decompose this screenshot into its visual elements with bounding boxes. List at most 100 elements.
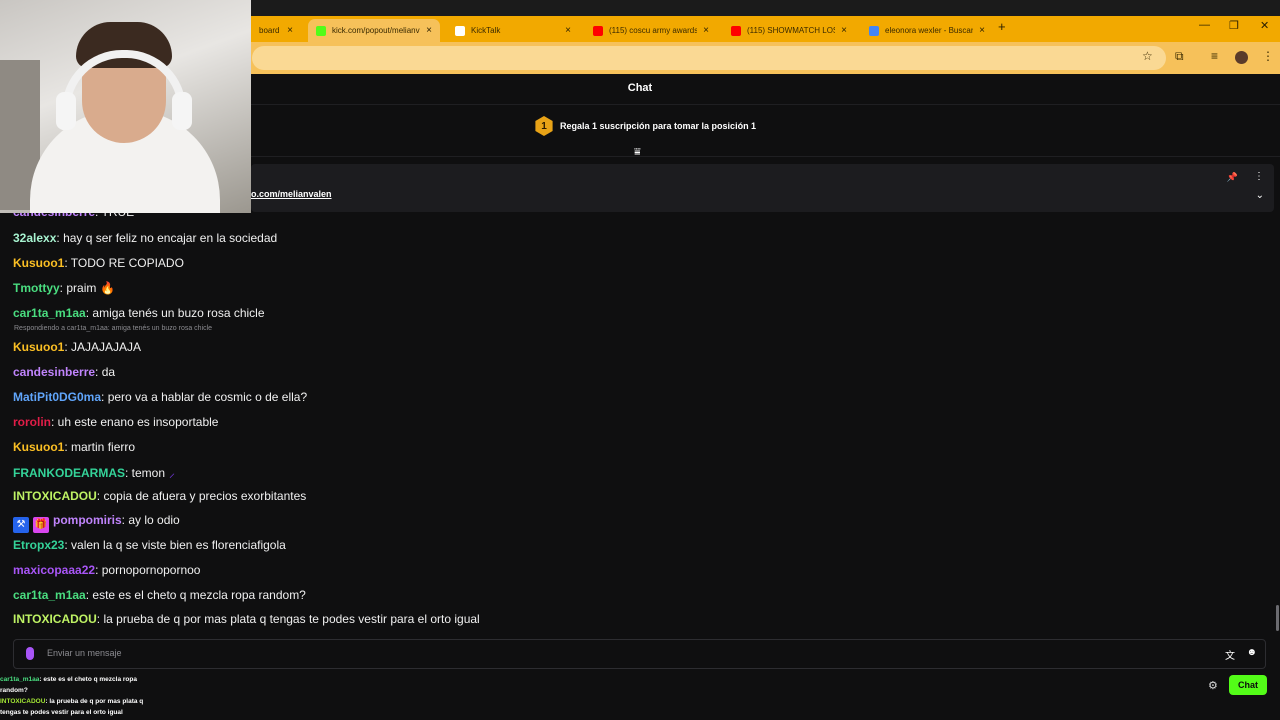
leaderboard-banner[interactable]: 1 Regala 1 suscripción para tomar la pos… [534,116,756,136]
chat-text: uh este enano es insoportable [57,415,219,429]
tab-label: (115) SHOWMATCH LOS [747,26,836,35]
tab-close-icon[interactable]: × [841,25,847,36]
browser-tab[interactable]: board × [251,19,301,42]
filter-lines-icon[interactable]: ⩸ [634,146,641,159]
chat-message[interactable]: Tmottyy: praim 🔥 [13,281,115,295]
chat-username[interactable]: maxicopaaa22 [13,563,95,577]
pinned-link[interactable]: o.com/melianvalen [251,189,332,199]
chat-username[interactable]: MatiPit0DG0ma [13,390,101,404]
chat-username[interactable]: rorolin [13,415,51,429]
window-close-icon[interactable]: ✕ [1260,19,1269,32]
chat-message[interactable]: Kusuoo1: JAJAJAJAJA [13,340,141,354]
chat-username[interactable]: FRANKODEARMAS [13,466,125,480]
tab-close-icon[interactable]: × [703,25,709,36]
browser-tab[interactable]: (115) SHOWMATCH LOS × [723,19,855,42]
chat-username[interactable]: pompomiris [53,513,122,527]
chat-message[interactable]: candesinberre: da [13,365,115,379]
pin-icon[interactable]: 📌 [1227,172,1238,183]
mic-icon[interactable] [26,647,34,660]
chat-message[interactable]: Etropx23: valen la q se viste bien es fl… [13,538,286,552]
separator: : [95,563,102,577]
reply-context: Respondiendo a car1ta_m1aa: amiga tenés … [14,325,213,332]
tab-favicon-icon [869,25,879,36]
tab-close-icon[interactable]: × [979,25,985,36]
chat-message-list[interactable]: candesinberre: TRUE32alexx: hay q ser fe… [0,200,1270,632]
emoji-icon[interactable]: ☻ [1246,647,1257,658]
browser-tab[interactable]: KickTalk × [447,19,579,42]
chat-message[interactable]: Kusuoo1: martin fierro [13,440,135,454]
chat-text: pero va a hablar de cosmic o de ella? [107,390,308,404]
omnibox[interactable] [252,46,1166,70]
chat-message[interactable]: maxicopaaa22: pornopornopornoo [13,563,200,577]
tab-label: (115) coscu army awards [609,26,698,35]
tab-label: KickTalk [471,26,501,35]
tab-label: board [259,26,280,35]
more-options-icon[interactable]: ⋮ [1254,171,1264,182]
tab-label: kick.com/popout/melianvalen [332,26,420,35]
chat-title: Chat [627,82,653,94]
chat-username[interactable]: INTOXICADOU [13,612,97,626]
scrollbar-thumb[interactable] [1276,605,1279,631]
moderator-badge-icon: ⚒ [13,517,29,533]
chat-username[interactable]: car1ta_m1aa [13,588,86,602]
gift-badge-icon: 🎁 [33,517,49,533]
chat-text: copia de afuera y precios exorbitantes [103,489,307,503]
chat-username[interactable]: car1ta_m1aa [13,306,86,320]
chat-username[interactable]: 32alexx [13,231,56,245]
separator: : [64,340,72,354]
extensions-icon[interactable]: ⧉ [1175,49,1184,64]
separator: : [51,415,58,429]
chat-text: la prueba de q por mas plata q tengas te… [103,612,480,626]
chat-text: valen la q se viste bien es florenciafig… [71,538,286,552]
chat-username[interactable]: Kusuoo1 [13,340,64,354]
browser-tab[interactable]: (115) coscu army awards × [585,19,717,42]
chat-text: da [101,365,116,379]
browser-tab[interactable]: kick.com/popout/melianvalen × [308,19,440,42]
chat-message[interactable]: 32alexx: hay q ser feliz no encajar en l… [13,231,277,245]
profile-avatar[interactable] [1235,51,1248,64]
chat-message[interactable]: ⚒ 🎁 pompomiris: ay lo odio [13,513,180,533]
bookmark-star-icon[interactable]: ☆ [1142,49,1153,63]
send-chat-button[interactable]: Chat [1229,675,1267,695]
chat-username[interactable]: INTOXICADOU [13,489,97,503]
tab-favicon-icon [731,25,741,36]
chat-message[interactable]: car1ta_m1aa: amiga tenés un buzo rosa ch… [13,306,265,320]
chat-username[interactable]: candesinberre [13,365,95,379]
chat-message[interactable]: MatiPit0DG0ma: pero va a hablar de cosmi… [13,390,307,404]
media-control-icon[interactable]: ≡ [1211,49,1218,63]
chat-username[interactable]: Etropx23 [13,538,64,552]
tab-close-icon[interactable]: × [287,25,293,36]
emote-icon: ⸝ [169,466,176,480]
separator: : [101,390,108,404]
chat-message[interactable]: Kusuoo1: TODO RE COPIADO [13,256,184,270]
chat-message[interactable]: INTOXICADOU: la prueba de q por mas plat… [13,612,480,626]
separator: : [64,440,72,454]
chat-username[interactable]: Tmottyy [13,281,60,295]
chat-message[interactable]: car1ta_m1aa: este es el cheto q mezcla r… [13,588,306,602]
gear-icon[interactable]: ⚙ [1208,679,1218,692]
chat-message[interactable]: FRANKODEARMAS: temon ⸝ [13,464,175,481]
chat-username[interactable]: Kusuoo1 [13,440,64,454]
webcam-feed [0,0,251,213]
tab-close-icon[interactable]: × [565,25,571,36]
stream-chat-overlay: car1ta_m1aa: este es el cheto q mezcla r… [0,674,162,718]
emote-icon: 🔥 [100,281,116,295]
maximize-icon[interactable]: ❐ [1229,19,1239,32]
chat-text: JAJAJAJAJA [71,340,142,354]
chat-text: pornopornopornoo [101,563,201,577]
chat-input[interactable]: Enviar un mensaje 文 ☻ [13,639,1266,669]
new-tab-button[interactable]: + [998,19,1006,34]
browser-menu-icon[interactable]: ⋮ [1262,49,1274,63]
overlay-user: car1ta_m1aa [0,676,40,683]
translate-icon[interactable]: 文 [1225,647,1235,662]
tab-close-icon[interactable]: × [426,25,432,36]
chat-message[interactable]: rorolin: uh este enano es insoportable [13,415,218,429]
separator: : [125,466,132,480]
browser-tab[interactable]: eleonora wexler - Buscar × [861,19,993,42]
leaderboard-text: Regala 1 suscripción para tomar la posic… [560,121,757,131]
minimize-icon[interactable]: — [1199,19,1210,31]
chat-username[interactable]: Kusuoo1 [13,256,64,270]
tab-favicon-icon [455,25,465,36]
chat-text: este es el cheto q mezcla ropa random? [92,588,306,602]
chat-message[interactable]: INTOXICADOU: copia de afuera y precios e… [13,489,306,503]
